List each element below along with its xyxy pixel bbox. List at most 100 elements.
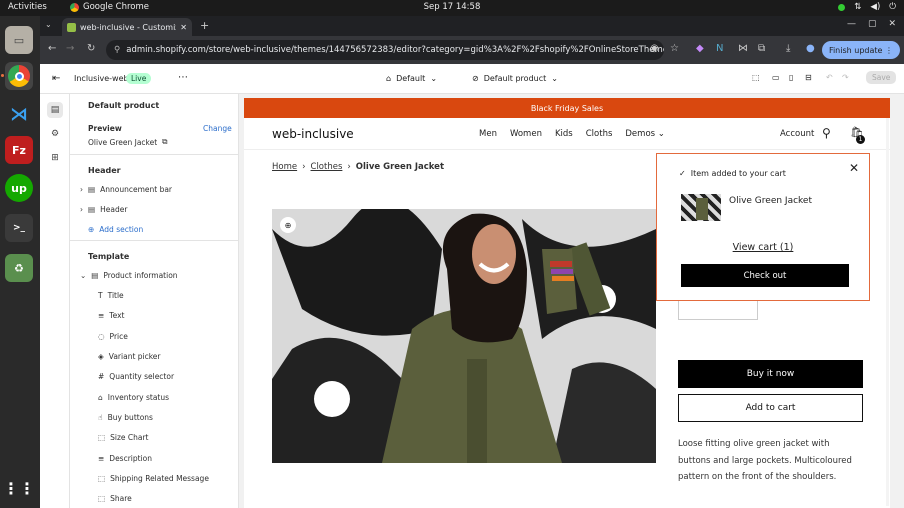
new-tab-icon[interactable]: +: [200, 19, 209, 32]
forward-icon[interactable]: →: [66, 43, 74, 54]
block-text[interactable]: ≡ Text: [98, 311, 238, 320]
section-header[interactable]: › ▤ Header: [80, 205, 238, 214]
block-size-chart[interactable]: ⬚ Size Chart: [98, 433, 238, 442]
store-logo[interactable]: web-inclusive: [272, 127, 354, 141]
close-icon[interactable]: ✕: [849, 161, 859, 175]
chrome-dock-icon[interactable]: [5, 62, 33, 90]
block-description[interactable]: ≡ Description: [98, 454, 238, 463]
checkout-button[interactable]: Check out: [681, 264, 849, 287]
close-window-icon[interactable]: ✕: [888, 19, 896, 29]
eye-icon[interactable]: ◉: [650, 43, 659, 54]
download-icon[interactable]: ⤓: [786, 43, 790, 54]
block-share[interactable]: ⬚ Share: [98, 494, 238, 503]
section-icon: ▤: [88, 205, 96, 214]
zoom-icon[interactable]: ⊕: [280, 217, 296, 233]
nav-item-kids[interactable]: Kids: [555, 129, 573, 139]
finish-update-button[interactable]: Finish update ⋮: [821, 41, 900, 59]
extension-n-icon[interactable]: N: [716, 43, 723, 54]
theme-settings-icon[interactable]: ⚙: [47, 126, 63, 142]
change-link[interactable]: Change: [203, 124, 233, 133]
app-embeds-icon[interactable]: ⊞: [47, 150, 63, 166]
exit-icon[interactable]: ⇤: [52, 73, 60, 84]
status-dot-icon: [838, 3, 846, 11]
filezilla-icon[interactable]: Fz: [5, 136, 33, 164]
block-variant-picker[interactable]: ◈ Variant picker: [98, 352, 238, 361]
add-section-label: Add section: [99, 225, 144, 234]
product-image[interactable]: ⊕: [272, 209, 656, 463]
extension-icon[interactable]: ◆: [696, 43, 704, 54]
block-buy-buttons[interactable]: ☝ Buy buttons: [98, 413, 238, 422]
nav-item-demos[interactable]: Demos ⌄: [625, 129, 665, 139]
block-inventory-status[interactable]: ⌂ Inventory status: [98, 393, 238, 402]
address-bar[interactable]: ⚲ admin.shopify.com/store/web-inclusive/…: [106, 40, 664, 60]
add-section-button[interactable]: ⊕ Add section: [88, 225, 238, 234]
nav-item-men[interactable]: Men: [479, 129, 497, 139]
tab-active[interactable]: web-inclusive - Customiz ✕: [62, 18, 192, 36]
minimize-icon[interactable]: —: [847, 19, 856, 29]
terminal-icon[interactable]: >_: [5, 214, 33, 242]
finish-update-label: Finish update: [828, 45, 883, 55]
block-quantity-selector[interactable]: # Quantity selector: [98, 372, 238, 381]
store-header: web-inclusive Men Women Kids Cloths Demo…: [244, 118, 890, 150]
dock: ▭ ⋊ Fz up >_ ♻ ⋮⋮: [0, 16, 40, 508]
dashed-box-icon: ⬚: [98, 494, 106, 503]
view-cart-link[interactable]: View cart (1): [657, 242, 869, 253]
extension-dark-icon[interactable]: ⋈: [738, 43, 748, 54]
extensions-puzzle-icon[interactable]: ⧉: [758, 43, 765, 54]
fullscreen-icon[interactable]: ⊟: [805, 73, 812, 82]
buy-now-button[interactable]: Buy it now: [678, 360, 863, 388]
breadcrumb-clothes[interactable]: Clothes: [311, 162, 343, 172]
announcement-bar[interactable]: Black Friday Sales: [244, 98, 890, 118]
shopify-favicon-icon: [67, 22, 76, 32]
block-label: Quantity selector: [109, 372, 175, 381]
search-icon[interactable]: ⚲: [822, 126, 831, 140]
block-label: Buy buttons: [107, 413, 153, 422]
account-link[interactable]: Account: [780, 129, 814, 139]
back-icon[interactable]: ←: [48, 43, 56, 54]
template-select-label: Default product: [483, 74, 547, 83]
nav-item-women[interactable]: Women: [510, 129, 542, 139]
clock[interactable]: Sep 17 14:58: [0, 2, 904, 12]
store-name: Inclusive-web: [74, 74, 129, 83]
mobile-view-icon[interactable]: ▯: [789, 73, 793, 82]
sections-icon[interactable]: ▤: [47, 102, 63, 118]
files-icon[interactable]: ▭: [5, 26, 33, 54]
reload-icon[interactable]: ↻: [87, 43, 95, 54]
template-select[interactable]: ⊘ Default product ⌄: [472, 74, 558, 83]
more-actions-icon[interactable]: ⋯: [178, 72, 188, 83]
nav-item-cloths[interactable]: Cloths: [586, 129, 613, 139]
os-top-bar: Activities Google Chrome Sep 17 14:58 ⇅ …: [0, 0, 904, 16]
buy-now-label: Buy it now: [746, 369, 795, 379]
section-announcement-bar[interactable]: › ▤ Announcement bar: [80, 185, 238, 194]
upwork-icon[interactable]: up: [5, 174, 33, 202]
added-text: Item added to your cart: [690, 169, 786, 178]
block-price[interactable]: ◌ Price: [98, 332, 238, 341]
divider: [70, 240, 238, 241]
theme-select[interactable]: ⌂ Default ⌄: [386, 74, 437, 83]
trash-icon[interactable]: ♻: [5, 254, 33, 282]
tab-strip: ⌄ web-inclusive - Customiz ✕ + — ▢ ✕: [40, 16, 904, 36]
close-tab-icon[interactable]: ✕: [180, 23, 187, 32]
profile-icon[interactable]: ●: [806, 43, 815, 54]
block-shipping-message[interactable]: ⬚ Shipping Related Message: [98, 474, 238, 483]
inspector-icon[interactable]: ⬚: [752, 73, 760, 82]
tab-search-icon[interactable]: ⌄: [45, 20, 52, 29]
system-tray[interactable]: ⇅ ◀) ⏻: [838, 2, 896, 12]
redo-icon[interactable]: ↷: [842, 73, 849, 82]
undo-icon[interactable]: ↶: [826, 73, 833, 82]
block-title[interactable]: T Title: [98, 291, 238, 300]
breadcrumb-home[interactable]: Home: [272, 162, 297, 172]
bookmark-icon[interactable]: ☆: [670, 43, 679, 54]
maximize-icon[interactable]: ▢: [868, 19, 877, 29]
app-grid-icon[interactable]: ⋮⋮: [3, 474, 35, 502]
tag-icon: ⊘: [472, 74, 479, 83]
desktop-view-icon[interactable]: ▭: [772, 73, 780, 82]
section-product-information[interactable]: ⌄ ▤ Product information: [80, 271, 238, 280]
add-to-cart-button[interactable]: Add to cart: [678, 394, 863, 422]
preview-scrollbar[interactable]: [886, 118, 889, 506]
window-controls: — ▢ ✕: [847, 19, 896, 29]
save-button[interactable]: Save: [866, 71, 897, 84]
vscode-icon[interactable]: ⋊: [5, 100, 33, 128]
running-indicator: [1, 74, 4, 77]
preview-product[interactable]: Olive Green Jacket ⧉: [88, 137, 238, 147]
